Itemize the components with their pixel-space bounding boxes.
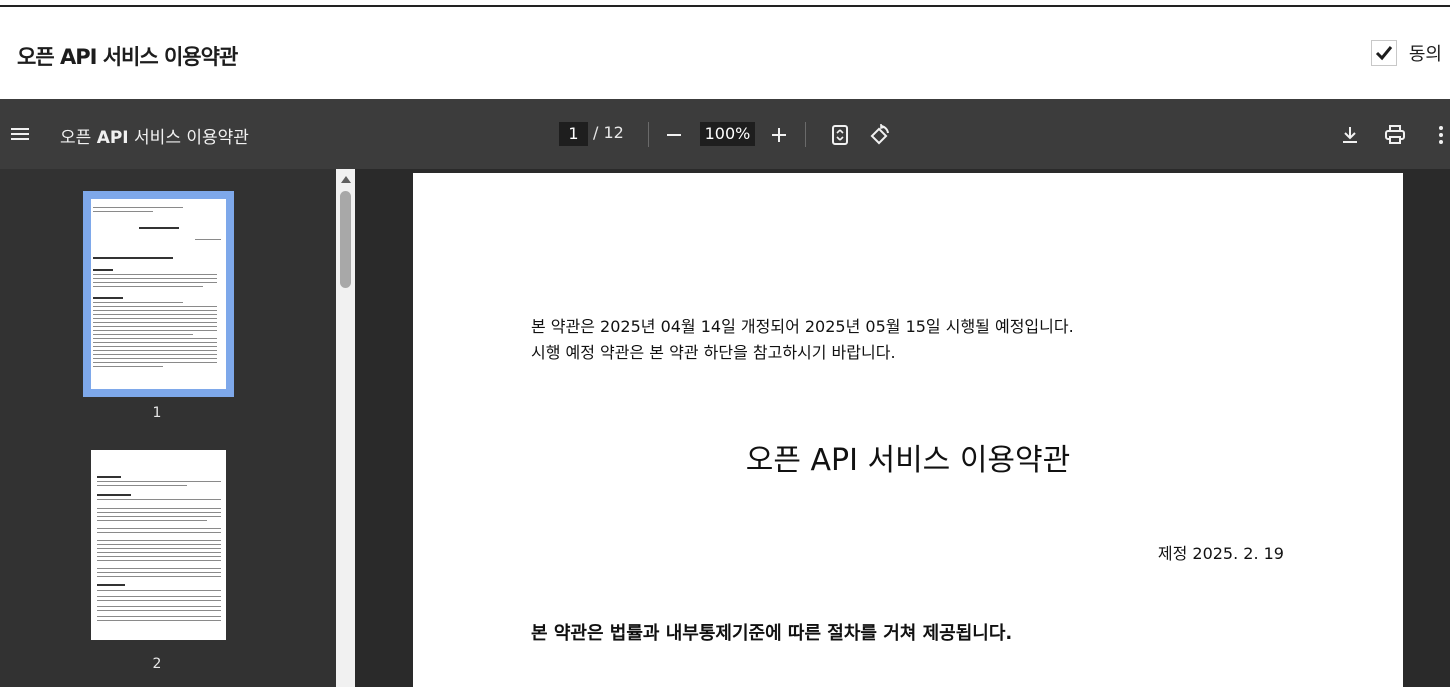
- agree-checkbox[interactable]: [1370, 40, 1397, 66]
- pdf-page: 본 약관은 2025년 04월 14일 개정되어 2025년 05월 15일 시…: [413, 173, 1403, 687]
- notice-line-2: 시행 예정 약관은 본 약관 하단을 참고하시기 바랍니다.: [531, 343, 896, 362]
- document-title: 오픈 API 서비스 이용약관: [745, 443, 1071, 478]
- title-suffix: 서비스 이용약관: [128, 128, 249, 148]
- download-button[interactable]: [1336, 121, 1364, 149]
- title-bold: API: [96, 128, 129, 148]
- zoom-in-button[interactable]: [765, 121, 793, 149]
- notice-line-1: 본 약관은 2025년 04월 14일 개정되어 2025년 05월 15일 시…: [531, 317, 1074, 336]
- compliance-statement: 본 약관은 법률과 내부통제기준에 따른 절차를 거쳐 제공됩니다.: [531, 623, 1013, 644]
- title-prefix: 오픈: [60, 128, 97, 148]
- fit-page-icon: [832, 125, 848, 145]
- sidebar-scrollbar[interactable]: [336, 169, 355, 687]
- fit-page-button[interactable]: [826, 121, 854, 149]
- scrollbar-thumb[interactable]: [340, 191, 351, 288]
- print-icon: [1385, 125, 1405, 144]
- menu-icon[interactable]: [9, 123, 31, 149]
- top-border: [0, 0, 1450, 7]
- more-actions-button[interactable]: [1427, 121, 1450, 149]
- plus-icon: [772, 128, 786, 142]
- zoom-out-button[interactable]: [660, 121, 688, 149]
- minus-icon: [667, 134, 681, 136]
- thumbnail-page-number: 1: [152, 405, 162, 421]
- download-icon: [1343, 127, 1357, 143]
- pdf-toolbar: 오픈 API 서비스 이용약관 1 / 12 100%: [0, 99, 1450, 169]
- rotate-button[interactable]: [866, 121, 894, 149]
- toolbar-divider: [805, 122, 806, 147]
- rotate-icon: [870, 124, 889, 145]
- scroll-up-arrow-icon[interactable]: [340, 174, 352, 184]
- page-thumbnail-2[interactable]: [91, 450, 226, 640]
- checkmark-icon: [1375, 46, 1393, 61]
- print-button[interactable]: [1381, 121, 1409, 149]
- thumbnail-sidebar: 1 2: [0, 169, 336, 687]
- agree-toggle[interactable]: 동의: [1370, 40, 1442, 66]
- pdf-document-title: 오픈 API 서비스 이용약관: [60, 123, 249, 148]
- toolbar-divider: [648, 122, 649, 147]
- page-thumbnail-1[interactable]: [91, 199, 226, 389]
- zoom-level-input[interactable]: 100%: [700, 122, 755, 146]
- page-number-input[interactable]: 1: [559, 122, 588, 146]
- thumbnail-page-number: 2: [152, 656, 162, 672]
- terms-header: 오픈 API 서비스 이용약관 동의: [0, 9, 1450, 99]
- page-total: / 12: [593, 123, 624, 142]
- enactment-date: 제정 2025. 2. 19: [1157, 544, 1284, 563]
- page-title: 오픈 API 서비스 이용약관: [17, 45, 238, 69]
- agree-label[interactable]: 동의: [1409, 40, 1442, 66]
- more-vert-icon: [1439, 126, 1443, 144]
- revision-notice: 본 약관은 2025년 04월 14일 개정되어 2025년 05월 15일 시…: [531, 314, 1074, 366]
